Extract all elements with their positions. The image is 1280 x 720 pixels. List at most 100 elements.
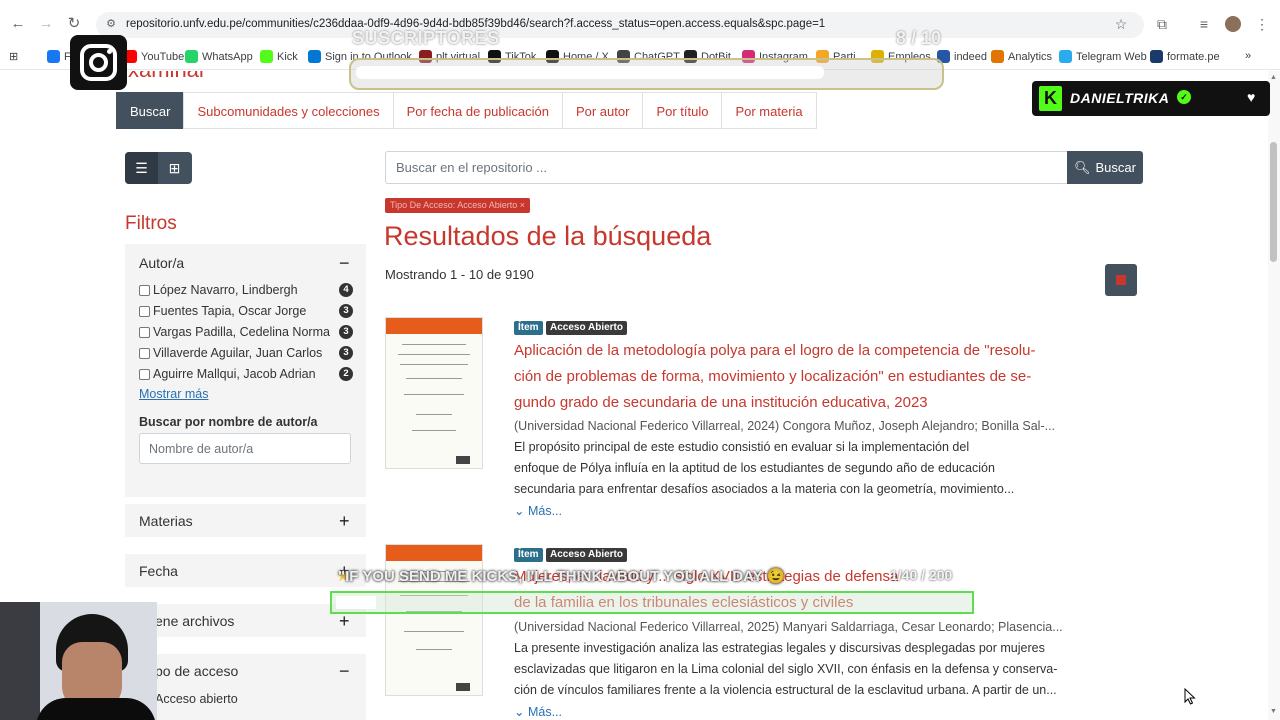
bookmark-telegram-web[interactable]: Telegram Web	[1059, 50, 1147, 63]
tab-por-autor[interactable]: Por autor	[561, 92, 644, 129]
bookmark-indeed[interactable]: indeed	[937, 50, 987, 63]
access-option-open[interactable]: Acceso abierto	[155, 692, 238, 706]
bookmark-label: Analytics	[1008, 50, 1053, 63]
author-name: López Navarro, Lindbergh	[153, 283, 298, 297]
url-text[interactable]: repositorio.unfv.edu.pe/communities/c236…	[126, 18, 1116, 30]
checkbox[interactable]	[139, 284, 150, 296]
media-icon[interactable]: ≡	[1196, 16, 1212, 32]
menu-icon[interactable]: ⋮	[1254, 16, 1270, 32]
scroll-down-icon[interactable]: ▼	[1270, 708, 1277, 715]
author-search-input[interactable]	[139, 433, 351, 464]
more-link[interactable]: ⌄ Más...	[514, 503, 562, 518]
webcam-background	[0, 602, 40, 720]
heart-icon: ♥	[1247, 89, 1256, 105]
author-filter-option[interactable]: Aguirre Mallqui, Jacob Adrian 2	[139, 365, 353, 383]
show-more-authors-link[interactable]: Mostrar más	[139, 387, 208, 401]
results-count: Mostrando 1 - 10 de 9190	[385, 267, 534, 282]
bookmark-youtube[interactable]: YouTube	[124, 50, 184, 63]
author-filter-option[interactable]: Villaverde Aguilar, Juan Carlos 3	[139, 344, 353, 362]
facet-materias[interactable]: Materias +	[125, 504, 366, 537]
results-title: Resultados de la búsqueda	[384, 221, 712, 251]
chevron-down-icon: ⌄	[514, 705, 525, 719]
result-abstract: La presente investigación analiza las es…	[514, 638, 1076, 701]
tts-message-text: "IF YOU SEND ME KICKS, I'LL THINK ABOUT …	[338, 568, 786, 585]
author-name: Fuentes Tapia, Oscar Jorge	[153, 304, 307, 318]
author-count-badge: 2	[339, 367, 353, 381]
item-badge: Ítem	[514, 548, 543, 562]
abstract-line: La presente investigación analiza las es…	[514, 641, 1045, 655]
abstract-line: ción de vínculos familiares frente a la …	[514, 683, 1057, 697]
site-info-icon[interactable]: ⚙	[104, 17, 118, 31]
thumbnail-logo	[456, 683, 470, 691]
tab-buscar[interactable]: Buscar	[116, 92, 185, 129]
result-meta: (Universidad Nacional Federico Villarrea…	[514, 419, 1056, 433]
back-icon[interactable]: ←	[9, 15, 27, 33]
facet-autor-title[interactable]: Autor/a	[139, 255, 184, 271]
author-filter-option[interactable]: López Navarro, Lindbergh 4	[139, 281, 353, 299]
more-link[interactable]: ⌄ Más...	[514, 704, 562, 719]
subscriber-goal-fill	[356, 66, 824, 79]
search-button-label: Buscar	[1095, 160, 1136, 175]
bookmark-label: Kick	[277, 50, 298, 63]
checkbox[interactable]	[139, 368, 150, 380]
thumbnail-line	[404, 631, 464, 632]
checkbox[interactable]	[139, 326, 150, 338]
tab-por-título[interactable]: Por título	[642, 92, 723, 129]
author-filter-option[interactable]: Vargas Padilla, Cedelina Norma 3	[139, 323, 353, 341]
thumbnail-line	[402, 344, 466, 345]
checkbox[interactable]	[139, 347, 150, 359]
bookmark-analytics[interactable]: Analytics	[991, 50, 1052, 63]
tab-por-fecha-de-publicación[interactable]: Por fecha de publicación	[392, 92, 563, 129]
bookmark-whatsapp[interactable]: WhatsApp	[185, 50, 253, 63]
list-view-icon[interactable]: ☰	[125, 152, 158, 184]
active-filter-badge[interactable]: Tipo De Acceso: Acceso Abierto ×	[385, 198, 530, 213]
tab-subcomunidades-y-colecciones[interactable]: Subcomunidades y colecciones	[183, 92, 394, 129]
result-title-line: gundo grado de secundaria de una institu…	[514, 394, 928, 411]
bookmark-favicon-icon	[1059, 50, 1072, 63]
tts-message-count: 1/40 / 200	[890, 567, 953, 583]
bookmark-formate-pe[interactable]: formate.pe	[1150, 50, 1220, 63]
thumbnail-line	[404, 394, 464, 395]
collapse-icon[interactable]: −	[339, 254, 350, 272]
scrollbar-thumb[interactable]	[1270, 142, 1277, 262]
result-abstract: El propósito principal de este estudio c…	[514, 437, 1076, 500]
more-bookmarks-icon[interactable]: »	[1245, 50, 1251, 62]
result-title-line: ción de problemas de forma, movimiento y…	[514, 368, 1032, 385]
bookmark-label: formate.pe	[1167, 50, 1220, 63]
author-count-badge: 3	[339, 304, 353, 318]
scroll-up-icon[interactable]: ▲	[1270, 74, 1277, 81]
bookmark-favicon-icon	[260, 50, 273, 63]
bookmark-kick[interactable]: Kick	[260, 50, 298, 63]
subscriber-goal-label: SUSCRIPTORES	[352, 28, 500, 48]
bookmark-star-icon[interactable]: ☆	[1113, 16, 1129, 32]
author-search-label: Buscar por nombre de autor/a	[139, 415, 318, 429]
result-title-link[interactable]: Aplicación de la metodología polya para …	[514, 338, 1074, 416]
facet-fecha[interactable]: Fecha +	[125, 554, 366, 587]
expand-icon[interactable]: +	[339, 512, 350, 530]
profile-avatar[interactable]	[1225, 16, 1241, 32]
author-filter-option[interactable]: Fuentes Tapia, Oscar Jorge 3	[139, 302, 353, 320]
expand-icon[interactable]: +	[339, 612, 350, 630]
bookmark-f[interactable]: F	[47, 50, 71, 63]
repository-search-input[interactable]	[385, 151, 1067, 184]
search-button[interactable]: 🔍︎ Buscar	[1067, 151, 1143, 184]
abstract-line: secundaria para enfrentar desafíos asoci…	[514, 482, 1015, 496]
facet-acceso[interactable]: po de acceso −	[125, 654, 366, 720]
more-link-label: Más...	[527, 705, 563, 719]
collapse-icon[interactable]: −	[339, 662, 350, 680]
result-thumbnail[interactable]	[385, 317, 483, 469]
mouse-cursor-icon	[1184, 688, 1196, 705]
more-link-label: Más...	[527, 504, 563, 518]
thumbnail-line	[412, 430, 456, 431]
filters-title: Filtros	[125, 213, 177, 234]
grid-view-icon[interactable]: ⊞	[158, 152, 191, 184]
reload-icon[interactable]: ↻	[65, 15, 83, 33]
forward-icon[interactable]: →	[37, 15, 55, 33]
extensions-icon[interactable]: ⧉	[1154, 16, 1170, 32]
checkbox[interactable]	[139, 305, 150, 317]
tab-por-materia[interactable]: Por materia	[721, 92, 817, 129]
abstract-line: El propósito principal de este estudio c…	[514, 440, 970, 454]
kick-logo-icon: K	[1039, 86, 1062, 111]
nav-tabs: Buscar Subcomunidades y colecciones Por fe…	[116, 92, 817, 129]
search-settings-button[interactable]	[1105, 264, 1137, 296]
